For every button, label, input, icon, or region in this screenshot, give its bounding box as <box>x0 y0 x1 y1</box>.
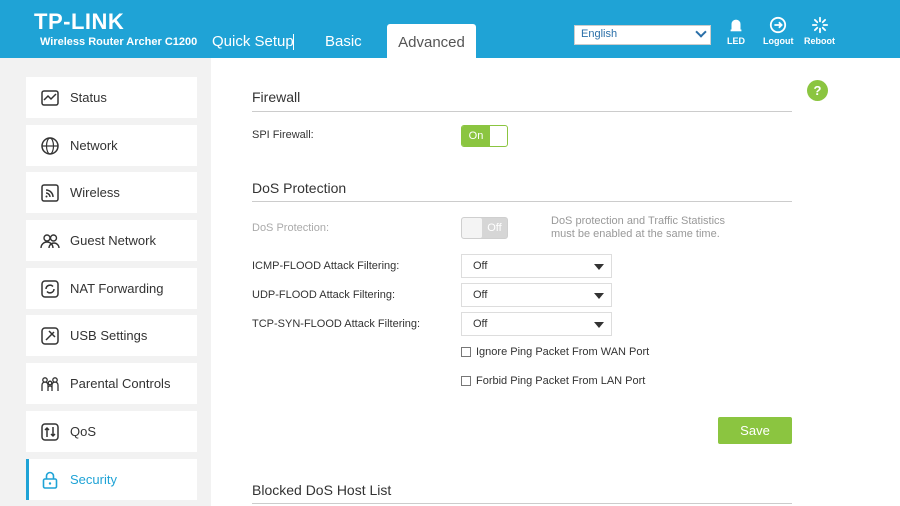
sidebar: Status Network Wireless Guest Network NA… <box>0 58 211 506</box>
dos-note: DoS protection and Traffic Statistics mu… <box>551 215 725 241</box>
dos-protection-toggle[interactable]: Off <box>461 217 508 239</box>
icmp-flood-value: Off <box>473 260 488 272</box>
sidebar-item-security[interactable]: Security <box>26 459 197 500</box>
wireless-icon <box>40 183 60 203</box>
spi-firewall-label: SPI Firewall: <box>252 129 314 141</box>
led-icon <box>730 19 742 32</box>
reboot-label: Reboot <box>804 36 835 46</box>
logout-button[interactable]: Logout <box>763 16 794 46</box>
sidebar-item-label: Security <box>70 472 117 487</box>
nat-forwarding-icon <box>40 279 60 299</box>
dos-note-line2: must be enabled at the same time. <box>551 228 720 240</box>
qos-icon <box>40 422 60 442</box>
globe-icon <box>40 136 60 156</box>
tab-separator <box>293 34 294 50</box>
forbid-ping-label: Forbid Ping Packet From LAN Port <box>476 375 646 387</box>
sidebar-item-network[interactable]: Network <box>26 125 197 166</box>
tcp-syn-flood-label: TCP-SYN-FLOOD Attack Filtering: <box>252 318 421 330</box>
blocked-host-list-title: Blocked DoS Host List <box>252 482 392 498</box>
sidebar-item-label: Status <box>70 90 107 105</box>
ignore-ping-label: Ignore Ping Packet From WAN Port <box>476 346 650 358</box>
sidebar-item-wireless[interactable]: Wireless <box>26 172 197 213</box>
save-button[interactable]: Save <box>718 417 792 444</box>
udp-flood-select[interactable]: Off <box>461 283 612 307</box>
section-divider <box>252 503 792 504</box>
tcp-syn-flood-select[interactable]: Off <box>461 312 612 336</box>
toggle-knob <box>462 218 482 238</box>
usb-icon <box>40 326 60 346</box>
lock-icon <box>40 470 60 490</box>
logout-icon <box>770 16 787 34</box>
status-icon <box>40 88 60 108</box>
sidebar-item-label: QoS <box>70 424 97 439</box>
router-model: Wireless Router Archer C1200 <box>40 36 198 48</box>
reboot-icon <box>811 16 828 34</box>
section-divider <box>252 201 792 202</box>
logout-label: Logout <box>763 36 794 46</box>
family-icon <box>40 374 60 394</box>
dos-protection-title: DoS Protection <box>252 180 347 196</box>
language-value: English <box>581 28 618 40</box>
ignore-ping-checkbox[interactable] <box>461 347 471 357</box>
ignore-ping-row: Ignore Ping Packet From WAN Port <box>461 346 649 358</box>
sidebar-item-status[interactable]: Status <box>26 77 197 118</box>
udp-flood-label: UDP-FLOOD Attack Filtering: <box>252 289 396 301</box>
sidebar-item-label: NAT Forwarding <box>70 281 164 296</box>
help-button[interactable]: ? <box>807 80 828 101</box>
spi-firewall-state: On <box>462 126 490 146</box>
sidebar-item-label: Network <box>70 138 118 153</box>
chevron-down-icon <box>695 26 707 38</box>
sidebar-item-label: Parental Controls <box>70 376 171 391</box>
dos-protection-label: DoS Protection: <box>252 222 330 234</box>
sidebar-item-parental-controls[interactable]: Parental Controls <box>26 363 197 404</box>
icmp-flood-label: ICMP-FLOOD Attack Filtering: <box>252 260 400 272</box>
dos-note-line1: DoS protection and Traffic Statistics <box>551 215 726 227</box>
forbid-ping-row: Forbid Ping Packet From LAN Port <box>461 375 645 387</box>
sidebar-item-label: Wireless <box>70 185 120 200</box>
sidebar-item-nat-forwarding[interactable]: NAT Forwarding <box>26 268 197 309</box>
sidebar-item-qos[interactable]: QoS <box>26 411 197 452</box>
sidebar-item-usb-settings[interactable]: USB Settings <box>26 315 197 356</box>
dos-protection-state: Off <box>487 222 502 234</box>
language-select[interactable]: English <box>574 25 711 45</box>
tab-basic[interactable]: Basic <box>325 33 362 50</box>
dropdown-arrow-icon <box>594 264 604 270</box>
sidebar-item-guest-network[interactable]: Guest Network <box>26 220 197 261</box>
forbid-ping-checkbox[interactable] <box>461 376 471 386</box>
led-label: LED <box>727 36 745 46</box>
tab-advanced[interactable]: Advanced <box>387 24 476 58</box>
tab-advanced-label: Advanced <box>398 33 465 51</box>
firewall-title: Firewall <box>252 89 301 105</box>
reboot-button[interactable]: Reboot <box>804 16 835 46</box>
led-button[interactable]: LED <box>727 16 745 46</box>
tab-quick-setup[interactable]: Quick Setup <box>212 33 294 50</box>
dropdown-arrow-icon <box>594 322 604 328</box>
spi-firewall-toggle[interactable]: On <box>461 125 508 147</box>
section-divider <box>252 111 792 112</box>
icmp-flood-select[interactable]: Off <box>461 254 612 278</box>
udp-flood-value: Off <box>473 289 488 301</box>
sidebar-item-label: USB Settings <box>70 328 148 343</box>
top-header: TP-LINK Wireless Router Archer C1200 Qui… <box>0 0 900 58</box>
dropdown-arrow-icon <box>594 293 604 299</box>
guest-users-icon <box>40 231 60 251</box>
sidebar-item-label: Guest Network <box>70 233 156 248</box>
tcp-syn-flood-value: Off <box>473 318 488 330</box>
tp-link-logo: TP-LINK <box>34 9 125 34</box>
